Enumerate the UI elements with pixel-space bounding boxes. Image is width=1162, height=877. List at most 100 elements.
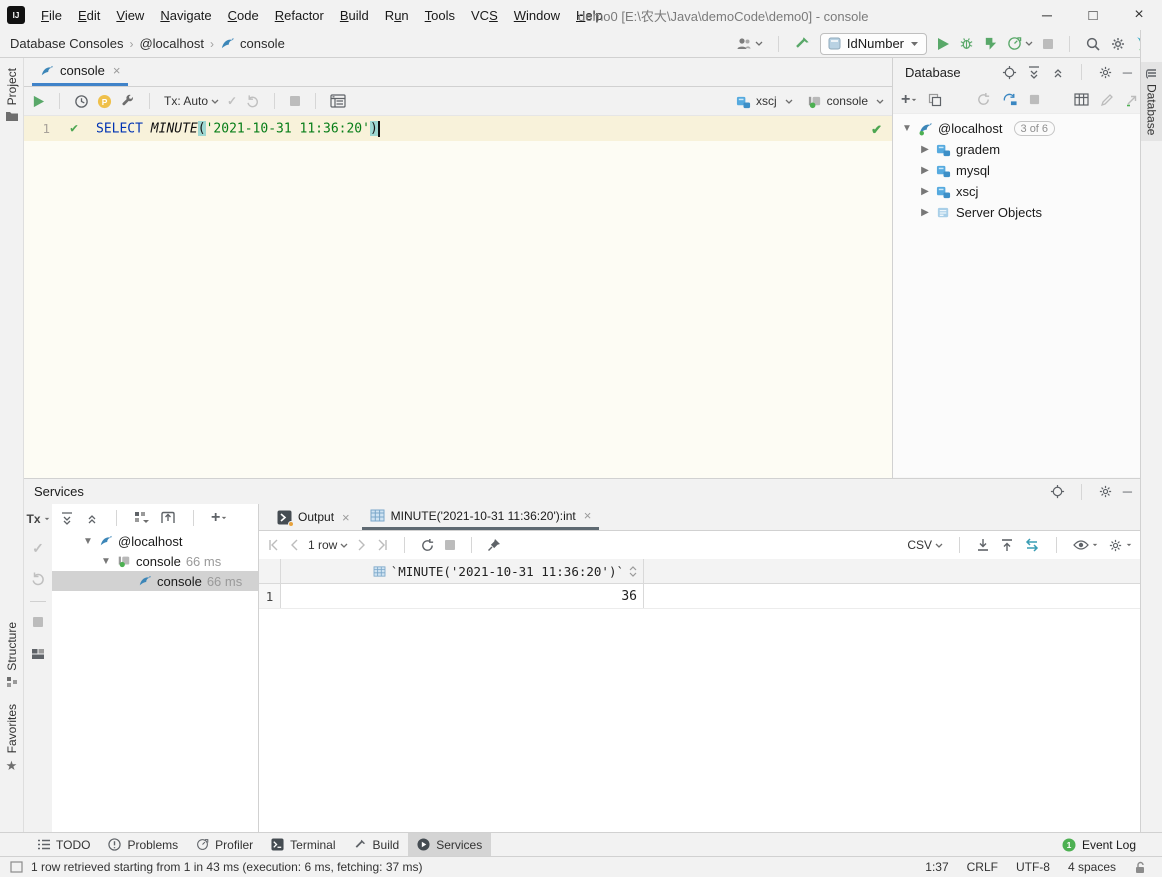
tree-row-server-objects[interactable]: ▶ Server Objects: [893, 202, 1140, 223]
menu-navigate[interactable]: Navigate: [152, 0, 219, 30]
run-with-coverage-button[interactable]: [983, 36, 998, 51]
pin-tab-icon[interactable]: [487, 538, 501, 552]
value-cell[interactable]: 36: [281, 584, 644, 608]
tree-row-xscj[interactable]: ▶ xscj: [893, 181, 1140, 202]
services-row-console[interactable]: console 66 ms: [52, 571, 258, 591]
chevron-down-icon[interactable]: ▼: [100, 556, 112, 567]
tool-window-database[interactable]: Database: [1141, 62, 1162, 141]
caret-position[interactable]: 1:37: [925, 860, 948, 874]
schema-selector[interactable]: xscj: [736, 94, 793, 109]
menu-view[interactable]: View: [108, 0, 152, 30]
search-everywhere-icon[interactable]: [1085, 36, 1101, 52]
settings-gear-icon[interactable]: [1110, 36, 1126, 52]
tx-mode-select[interactable]: Tx: Auto: [164, 94, 219, 108]
menu-vcs[interactable]: VCS: [463, 0, 506, 30]
tool-window-todo[interactable]: TODO: [28, 833, 99, 857]
tree-row-gradem[interactable]: ▶ gradem: [893, 139, 1140, 160]
tool-window-services[interactable]: Services: [408, 833, 491, 857]
line-separator[interactable]: CRLF: [967, 860, 998, 874]
status-message[interactable]: 1 row retrieved starting from 1 in 43 ms…: [31, 860, 423, 874]
menu-code[interactable]: Code: [220, 0, 267, 30]
export-format-select[interactable]: CSV: [907, 538, 943, 552]
unlock-icon[interactable]: [1134, 861, 1146, 874]
chevron-right-icon[interactable]: ▶: [919, 186, 931, 197]
close-icon[interactable]: ×: [113, 63, 121, 78]
minimize-button[interactable]: ─: [1024, 0, 1070, 30]
code-editor[interactable]: 1 ✔ SELECT MINUTE('2021-10-31 11:36:20')…: [24, 116, 892, 476]
export-download-icon[interactable]: [976, 538, 990, 552]
chevron-right-icon[interactable]: ▶: [919, 207, 931, 218]
history-clock-icon[interactable]: [74, 94, 89, 109]
grid-settings-gear-icon[interactable]: [1108, 538, 1132, 553]
file-encoding[interactable]: UTF-8: [1016, 860, 1050, 874]
grid-corner-cell[interactable]: [259, 559, 281, 583]
tx-mode-button[interactable]: Tx: [26, 512, 49, 526]
collapse-all-icon[interactable]: [1051, 65, 1065, 79]
locate-icon[interactable]: [1002, 65, 1017, 80]
grid-column-header[interactable]: `MINUTE('2021-10-31 11:36:20')`: [281, 559, 644, 583]
menu-window[interactable]: Window: [506, 0, 568, 30]
menu-tools[interactable]: Tools: [417, 0, 463, 30]
session-selector[interactable]: console: [807, 94, 884, 109]
page-size-select[interactable]: 1 row: [308, 538, 348, 552]
expand-all-icon[interactable]: [1027, 65, 1041, 79]
parameters-icon[interactable]: P: [97, 94, 112, 109]
tree-row-mysql[interactable]: ▶ mysql: [893, 160, 1140, 181]
menu-file[interactable]: File: [33, 0, 70, 30]
collapse-all-icon[interactable]: [85, 511, 99, 525]
close-icon[interactable]: ×: [342, 510, 350, 525]
chevron-right-icon[interactable]: ▶: [919, 165, 931, 176]
chevron-down-icon[interactable]: ▼: [82, 536, 94, 547]
duplicate-icon[interactable]: [928, 93, 942, 107]
close-icon[interactable]: ×: [584, 508, 592, 523]
output-layout-icon[interactable]: [330, 94, 346, 108]
gear-icon[interactable]: [1098, 65, 1113, 80]
menu-build[interactable]: Build: [332, 0, 377, 30]
code-line-1[interactable]: 1 ✔ SELECT MINUTE('2021-10-31 11:36:20'): [24, 116, 892, 141]
editor-tab-console[interactable]: console ×: [32, 58, 128, 86]
tool-window-toggle-icon[interactable]: [10, 861, 23, 873]
inspections-ok-icon[interactable]: ✔: [871, 122, 882, 138]
table-icon[interactable]: [1074, 93, 1089, 106]
profiler-button[interactable]: [1007, 36, 1033, 51]
run-configuration-select[interactable]: IdNumber: [820, 33, 927, 55]
event-log-button[interactable]: 1 Event Log: [1062, 838, 1136, 852]
menu-refactor[interactable]: Refactor: [267, 0, 332, 30]
maximize-button[interactable]: □: [1070, 0, 1116, 30]
breadcrumb-console[interactable]: console: [240, 36, 285, 51]
tool-window-profiler[interactable]: Profiler: [187, 833, 262, 857]
tool-window-build[interactable]: Build: [345, 833, 409, 857]
layout-icon[interactable]: [31, 648, 45, 660]
sort-icon[interactable]: [629, 566, 637, 577]
add-datasource-icon[interactable]: +: [901, 91, 917, 109]
debug-button[interactable]: [959, 36, 974, 51]
tool-window-structure[interactable]: Structure: [0, 622, 23, 688]
tool-window-terminal[interactable]: Terminal: [262, 833, 344, 857]
chevron-down-icon[interactable]: ▼: [901, 123, 913, 134]
run-button[interactable]: [936, 37, 950, 51]
tool-window-favorites[interactable]: Favorites ★: [0, 704, 23, 774]
breadcrumb-localhost[interactable]: @localhost: [139, 36, 204, 51]
indent-size[interactable]: 4 spaces: [1068, 860, 1116, 874]
services-row-session[interactable]: ▼ console 66 ms: [52, 551, 258, 571]
chevron-right-icon[interactable]: ▶: [919, 144, 931, 155]
close-button[interactable]: ×: [1116, 0, 1162, 30]
tool-window-problems[interactable]: Problems: [99, 833, 187, 857]
menu-edit[interactable]: Edit: [70, 0, 108, 30]
hide-panel-icon[interactable]: ─: [1123, 484, 1132, 499]
hide-panel-icon[interactable]: ─: [1123, 65, 1132, 80]
add-service-icon[interactable]: +: [211, 509, 227, 527]
expand-all-icon[interactable]: [60, 511, 74, 525]
tab-result-minute[interactable]: MINUTE('2021-10-31 11:36:20'):int ×: [362, 504, 600, 530]
gear-icon[interactable]: [1098, 484, 1113, 499]
view-eye-icon[interactable]: [1073, 539, 1098, 551]
tool-window-project[interactable]: Project: [0, 68, 23, 122]
tree-row-localhost[interactable]: ▼ @localhost 3 of 6: [893, 118, 1140, 139]
view-options-icon[interactable]: [160, 511, 176, 525]
reload-page-icon[interactable]: [420, 538, 435, 553]
menu-run[interactable]: Run: [377, 0, 417, 30]
build-hammer-icon[interactable]: [794, 35, 811, 52]
locate-icon[interactable]: [1050, 484, 1065, 499]
breadcrumb-database-consoles[interactable]: Database Consoles: [10, 36, 123, 51]
sync-wrench-icon[interactable]: [1002, 92, 1018, 107]
